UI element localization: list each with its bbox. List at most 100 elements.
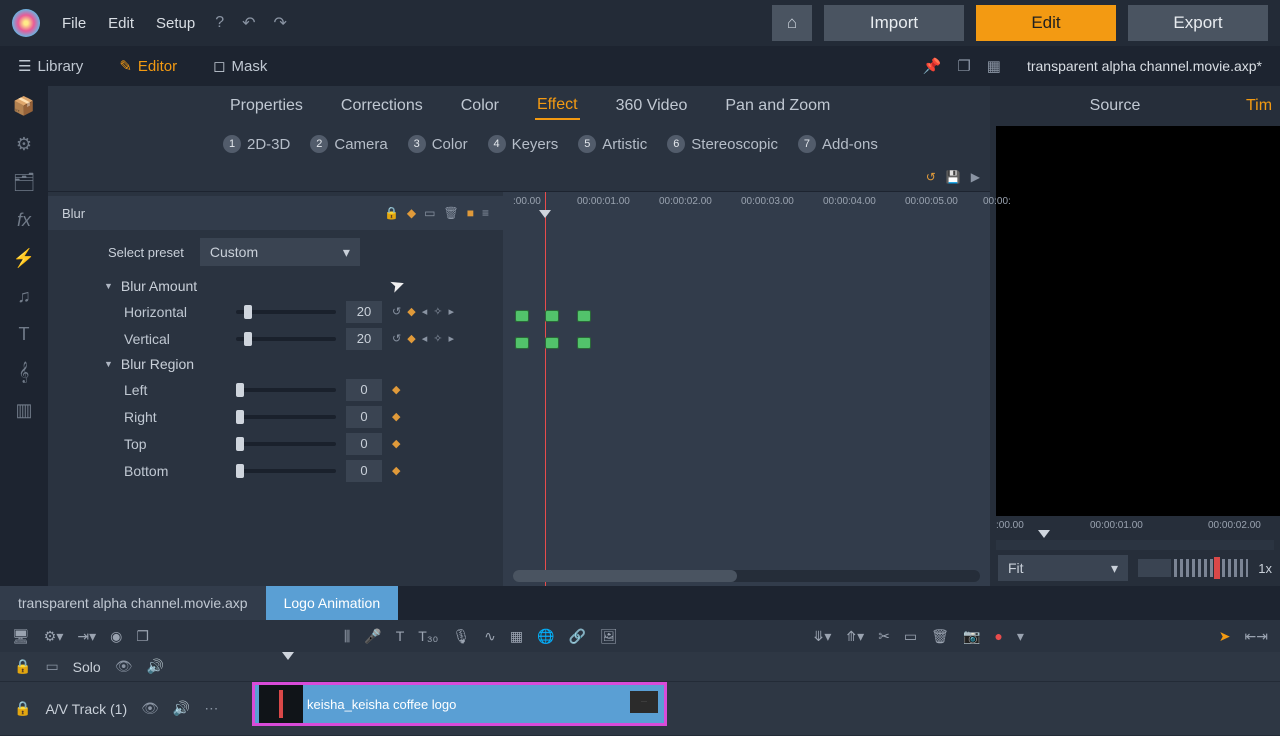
curve-icon[interactable]: ✧ — [433, 305, 442, 318]
cat-corrections[interactable]: Corrections — [339, 93, 425, 119]
expand-icon[interactable]: ⋯ — [204, 700, 218, 717]
keyframe-icon[interactable]: ◆ — [392, 410, 400, 423]
tool-fx-icon[interactable]: fx — [10, 208, 38, 232]
export-button[interactable]: Export — [1128, 5, 1268, 41]
fit-width-icon[interactable]: ⇤⇥ — [1245, 628, 1268, 645]
value-bottom[interactable]: 0 — [346, 460, 382, 482]
tool-link-icon[interactable]: 𝄞 — [10, 360, 38, 384]
more-icon[interactable]: ≡ — [482, 206, 489, 220]
redo-icon[interactable]: ↷ — [268, 9, 293, 37]
value-horizontal[interactable]: 20 — [346, 301, 382, 323]
video-clip[interactable]: keisha_keisha coffee logo ··· — [252, 682, 667, 726]
next-kf-icon[interactable]: ▸ — [448, 332, 454, 345]
mic-icon[interactable]: 🎤 — [364, 628, 381, 645]
tool-gear-icon[interactable]: ⚙ — [10, 132, 38, 156]
keyframe-marker[interactable] — [545, 337, 559, 349]
keyframe-icon[interactable]: ◆ — [392, 437, 400, 450]
sequence-tab-1[interactable]: transparent alpha channel.movie.axp — [0, 586, 266, 620]
keyframe-marker[interactable] — [515, 310, 529, 322]
pointer-tool-icon[interactable]: ➤ — [1219, 628, 1231, 645]
value-top[interactable]: 0 — [346, 433, 382, 455]
undo-icon[interactable]: ↶ — [236, 9, 261, 37]
preview-playhead[interactable] — [1038, 530, 1050, 538]
marker-out-icon[interactable]: ⤊▾ — [845, 628, 864, 645]
video-preview[interactable] — [996, 126, 1280, 516]
view-tab-mask[interactable]: ◻Mask — [195, 46, 285, 86]
tool-text-icon[interactable]: T — [10, 322, 38, 346]
settings-icon[interactable]: ⚙▾ — [44, 628, 64, 645]
menu-edit[interactable]: Edit — [100, 11, 142, 36]
cat-360[interactable]: 360 Video — [614, 93, 690, 119]
image-icon[interactable]: 🖼 — [600, 628, 618, 645]
cat-effect[interactable]: Effect — [535, 92, 580, 120]
keyframe-icon[interactable]: ◆ — [392, 464, 400, 477]
view-tab-editor[interactable]: ✎Editor — [101, 46, 195, 86]
record-target-icon[interactable]: ◉ — [110, 628, 122, 645]
slider-top[interactable] — [236, 442, 336, 446]
tool-audio-icon[interactable]: ♫ — [10, 284, 38, 308]
copy-icon[interactable]: ❐ — [136, 628, 149, 645]
playhead[interactable] — [545, 192, 546, 586]
help-icon[interactable]: ? — [209, 10, 230, 36]
sub-color[interactable]: 3Color — [408, 135, 468, 153]
slider-left[interactable] — [236, 388, 336, 392]
value-left[interactable]: 0 — [346, 379, 382, 401]
monitor-icon[interactable]: 🖥 — [12, 628, 30, 645]
track-type-icon[interactable]: ▭ — [45, 658, 58, 675]
keyframe-marker[interactable] — [515, 337, 529, 349]
preview-tab-source[interactable]: Source — [990, 97, 1240, 115]
view-tab-library[interactable]: ☰Library — [0, 46, 101, 86]
play-icon[interactable]: ▶ — [971, 170, 980, 184]
home-button[interactable]: ⌂ — [772, 5, 812, 41]
sub-camera[interactable]: 2Camera — [310, 135, 387, 153]
delete-icon[interactable]: 🗑 — [931, 628, 949, 645]
reset-icon[interactable]: ↺ — [926, 170, 936, 184]
eye-icon[interactable]: 👁 — [115, 658, 133, 675]
voiceover-icon[interactable]: 🎙 — [452, 628, 470, 645]
edit-button[interactable]: Edit — [976, 5, 1116, 41]
reset-param-icon[interactable]: ↺ — [392, 305, 401, 318]
lock-icon[interactable]: 🔒 — [384, 206, 399, 220]
timeline-ruler[interactable]: :00.00 00:00:01.00 00:00:02.00 00:00:03.… — [503, 192, 990, 216]
keyframe-marker[interactable] — [545, 310, 559, 322]
tool-transition-icon[interactable]: ⚡ — [10, 246, 38, 270]
layout-icon[interactable]: ▦ — [979, 57, 1009, 75]
sub-2d3d[interactable]: 12D-3D — [223, 135, 290, 153]
pin-icon[interactable]: 📌 — [915, 57, 950, 75]
title-icon[interactable]: T — [396, 628, 405, 645]
marker-in-icon[interactable]: ⤋▾ — [813, 628, 832, 645]
preset-dropdown[interactable]: Custom▾ — [200, 238, 360, 266]
trash-icon[interactable]: 🗑 — [444, 206, 459, 220]
group-blur-region[interactable]: Blur Region — [48, 352, 503, 376]
link-icon[interactable]: 🔗 — [569, 628, 586, 645]
next-kf-icon[interactable]: ▸ — [448, 305, 454, 318]
value-vertical[interactable]: 20 — [346, 328, 382, 350]
keyframe-timeline[interactable]: :00.00 00:00:01.00 00:00:02.00 00:00:03.… — [503, 192, 990, 586]
rec-chevron-icon[interactable]: ▾ — [1017, 628, 1024, 645]
cat-color[interactable]: Color — [459, 93, 501, 119]
keyframe-icon[interactable]: ◆ — [392, 383, 400, 396]
cat-properties[interactable]: Properties — [228, 93, 305, 119]
globe-icon[interactable]: 🌐 — [537, 628, 554, 645]
curve-tool-icon[interactable]: ∿ — [484, 628, 496, 645]
record-icon[interactable]: ● — [994, 628, 1002, 645]
speaker-icon[interactable]: 🔊 — [173, 700, 190, 717]
snapshot-icon[interactable]: 📷 — [963, 628, 980, 645]
value-right[interactable]: 0 — [346, 406, 382, 428]
sub-stereo[interactable]: 6Stereoscopic — [667, 135, 778, 153]
curve-icon[interactable]: ✧ — [433, 332, 442, 345]
preview-scrollbar[interactable] — [996, 540, 1274, 550]
keyframe-icon[interactable]: ◆ — [407, 305, 415, 318]
menu-setup[interactable]: Setup — [148, 11, 203, 36]
import-button[interactable]: Import — [824, 5, 964, 41]
cat-pan-zoom[interactable]: Pan and Zoom — [723, 93, 832, 119]
keyframe-marker[interactable] — [577, 310, 591, 322]
keyframe-icon[interactable]: ◆ — [407, 332, 415, 345]
sequence-tab-2[interactable]: Logo Animation — [266, 586, 399, 620]
levels-icon[interactable]: ⫼ — [344, 628, 350, 645]
tool-piano-icon[interactable]: ▥ — [10, 398, 38, 422]
razor-icon[interactable]: ✂ — [878, 628, 890, 645]
preview-ruler[interactable]: :00.00 00:00:01.00 00:00:02.00 — [990, 516, 1280, 540]
slider-vertical[interactable] — [236, 337, 336, 341]
ripple-icon[interactable]: ▭ — [904, 628, 917, 645]
